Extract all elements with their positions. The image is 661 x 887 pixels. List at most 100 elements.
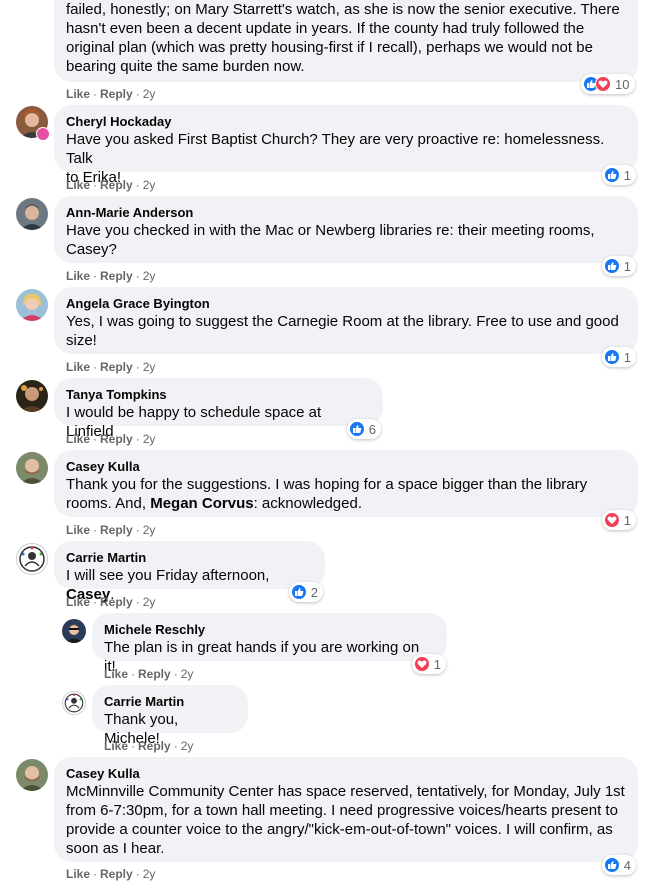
avatar[interactable]	[16, 759, 48, 791]
like-button[interactable]: Like	[66, 523, 90, 537]
commenter-name[interactable]: Carrie Martin	[104, 693, 236, 710]
timestamp[interactable]: 2y	[143, 595, 156, 609]
reaction-badge[interactable]: 1	[412, 654, 446, 674]
separator-dot: ·	[135, 595, 140, 609]
reaction-badge[interactable]: 1	[602, 165, 636, 185]
reaction-count: 1	[623, 258, 631, 274]
comment-bubble: Angela Grace Byington Yes, I was going t…	[54, 287, 638, 354]
avatar[interactable]	[62, 691, 86, 715]
separator-dot: ·	[135, 269, 140, 283]
reply-button[interactable]: Reply	[100, 269, 133, 283]
timestamp[interactable]: 2y	[181, 667, 194, 681]
timestamp[interactable]: 2y	[143, 269, 156, 283]
reply-button[interactable]: Reply	[138, 739, 171, 753]
timestamp[interactable]: 2y	[143, 867, 156, 881]
text-segment: rooms. And,	[66, 495, 151, 512]
like-button[interactable]: Like	[66, 595, 90, 609]
comment-text-line: failed, honestly; on Mary Starrett's wat…	[66, 1, 620, 18]
avatar[interactable]	[16, 198, 48, 230]
reply-button[interactable]: Reply	[100, 432, 133, 446]
comment-text-line: size!	[66, 332, 97, 349]
text-segment: I will see you Friday afternoon,	[66, 567, 270, 584]
separator-dot: ·	[93, 432, 98, 446]
reply-button[interactable]: Reply	[100, 867, 133, 881]
avatar[interactable]	[16, 289, 48, 321]
separator-dot: ·	[131, 667, 136, 681]
avatar[interactable]	[16, 452, 48, 484]
reply-button[interactable]: Reply	[138, 667, 171, 681]
commenter-name[interactable]: Tanya Tompkins	[66, 386, 371, 403]
reply-button[interactable]: Reply	[100, 595, 133, 609]
reaction-badge[interactable]: 1	[602, 347, 636, 367]
reaction-count: 10	[615, 76, 630, 92]
commenter-name[interactable]: Casey Kulla	[66, 765, 626, 782]
comment-text-line: bearing quite the same burden now.	[66, 58, 305, 75]
commenter-name[interactable]: Cheryl Hockaday	[66, 113, 626, 130]
like-button[interactable]: Like	[66, 269, 90, 283]
separator-dot: ·	[93, 867, 98, 881]
commenter-name[interactable]: Angela Grace Byington	[66, 295, 626, 312]
like-button[interactable]: Like	[66, 867, 90, 881]
separator-dot: ·	[173, 667, 178, 681]
love-reaction-icon	[595, 76, 611, 92]
commenter-name[interactable]: Michele Reschly	[104, 621, 435, 638]
commenter-name[interactable]: Casey Kulla	[66, 458, 626, 475]
mention-link[interactable]: Megan Corvus	[150, 495, 253, 512]
separator-dot: ·	[173, 739, 178, 753]
avatar[interactable]	[62, 619, 86, 643]
like-reaction-icon	[291, 584, 307, 600]
reply-bubble: Michele Reschly The plan is in great han…	[92, 613, 447, 675]
like-button[interactable]: Like	[66, 360, 90, 374]
reply-button[interactable]: Reply	[100, 523, 133, 537]
comment-bubble: Carrie Martin I will see you Friday afte…	[54, 541, 325, 603]
avatar[interactable]	[16, 380, 48, 412]
timestamp[interactable]: 2y	[143, 178, 156, 192]
comment-text-line: Thank you for the suggestions. I was hop…	[66, 476, 588, 493]
timestamp[interactable]: 2y	[143, 432, 156, 446]
like-button[interactable]: Like	[66, 178, 90, 192]
comment-bubble: Cheryl Hockaday Have you asked First Bap…	[54, 105, 638, 186]
timestamp[interactable]: 2y	[181, 739, 194, 753]
comment-text-line: original plan (which was pretty housing-…	[66, 39, 593, 56]
comment-bubble: Tanya Tompkins I would be happy to sched…	[54, 378, 383, 440]
separator-dot: ·	[93, 595, 98, 609]
reply-bubble: Carrie Martin Thank you, Michele!	[92, 685, 248, 747]
commenter-name[interactable]: Carrie Martin	[66, 549, 313, 566]
like-button[interactable]: Like	[104, 739, 128, 753]
reaction-count: 2	[310, 584, 318, 600]
reaction-badge[interactable]: 6	[347, 419, 381, 439]
comment-text-line: Have you asked First Baptist Church? The…	[66, 131, 605, 167]
like-button[interactable]: Like	[66, 432, 90, 446]
comment-actions: Like · Reply · 2y	[66, 178, 155, 192]
reply-button[interactable]: Reply	[100, 87, 133, 101]
badge-icon	[36, 127, 50, 141]
comment-actions: Like · Reply · 2y	[66, 595, 155, 609]
reply-button[interactable]: Reply	[100, 178, 133, 192]
like-reaction-icon	[604, 258, 620, 274]
reaction-count: 1	[623, 167, 631, 183]
timestamp[interactable]: 2y	[143, 360, 156, 374]
commenter-name[interactable]: Ann-Marie Anderson	[66, 204, 626, 221]
like-button[interactable]: Like	[104, 667, 128, 681]
reaction-badge[interactable]: 4	[602, 855, 636, 875]
timestamp[interactable]: 2y	[143, 523, 156, 537]
timestamp[interactable]: 2y	[143, 87, 156, 101]
avatar[interactable]	[16, 543, 48, 575]
comment-text-line: provide a counter voice to the angry/"ki…	[66, 821, 613, 838]
reaction-badge[interactable]: 1	[602, 510, 636, 530]
like-reaction-icon	[349, 421, 365, 437]
reaction-badge[interactable]: 1	[602, 256, 636, 276]
like-reaction-icon	[604, 857, 620, 873]
separator-dot: ·	[131, 739, 136, 753]
reply-button[interactable]: Reply	[100, 360, 133, 374]
separator-dot: ·	[135, 360, 140, 374]
comment-actions: Like · Reply · 2y	[66, 432, 155, 446]
love-reaction-icon	[604, 512, 620, 528]
comment-actions: Like · Reply · 2y	[66, 87, 155, 101]
comment-text-line: soon as I hear.	[66, 840, 165, 857]
comment-actions: Like · Reply · 2y	[66, 523, 155, 537]
like-button[interactable]: Like	[66, 87, 90, 101]
reaction-badge[interactable]: 2	[289, 582, 323, 602]
reaction-badge[interactable]: 10	[581, 74, 635, 94]
like-reaction-icon	[604, 349, 620, 365]
